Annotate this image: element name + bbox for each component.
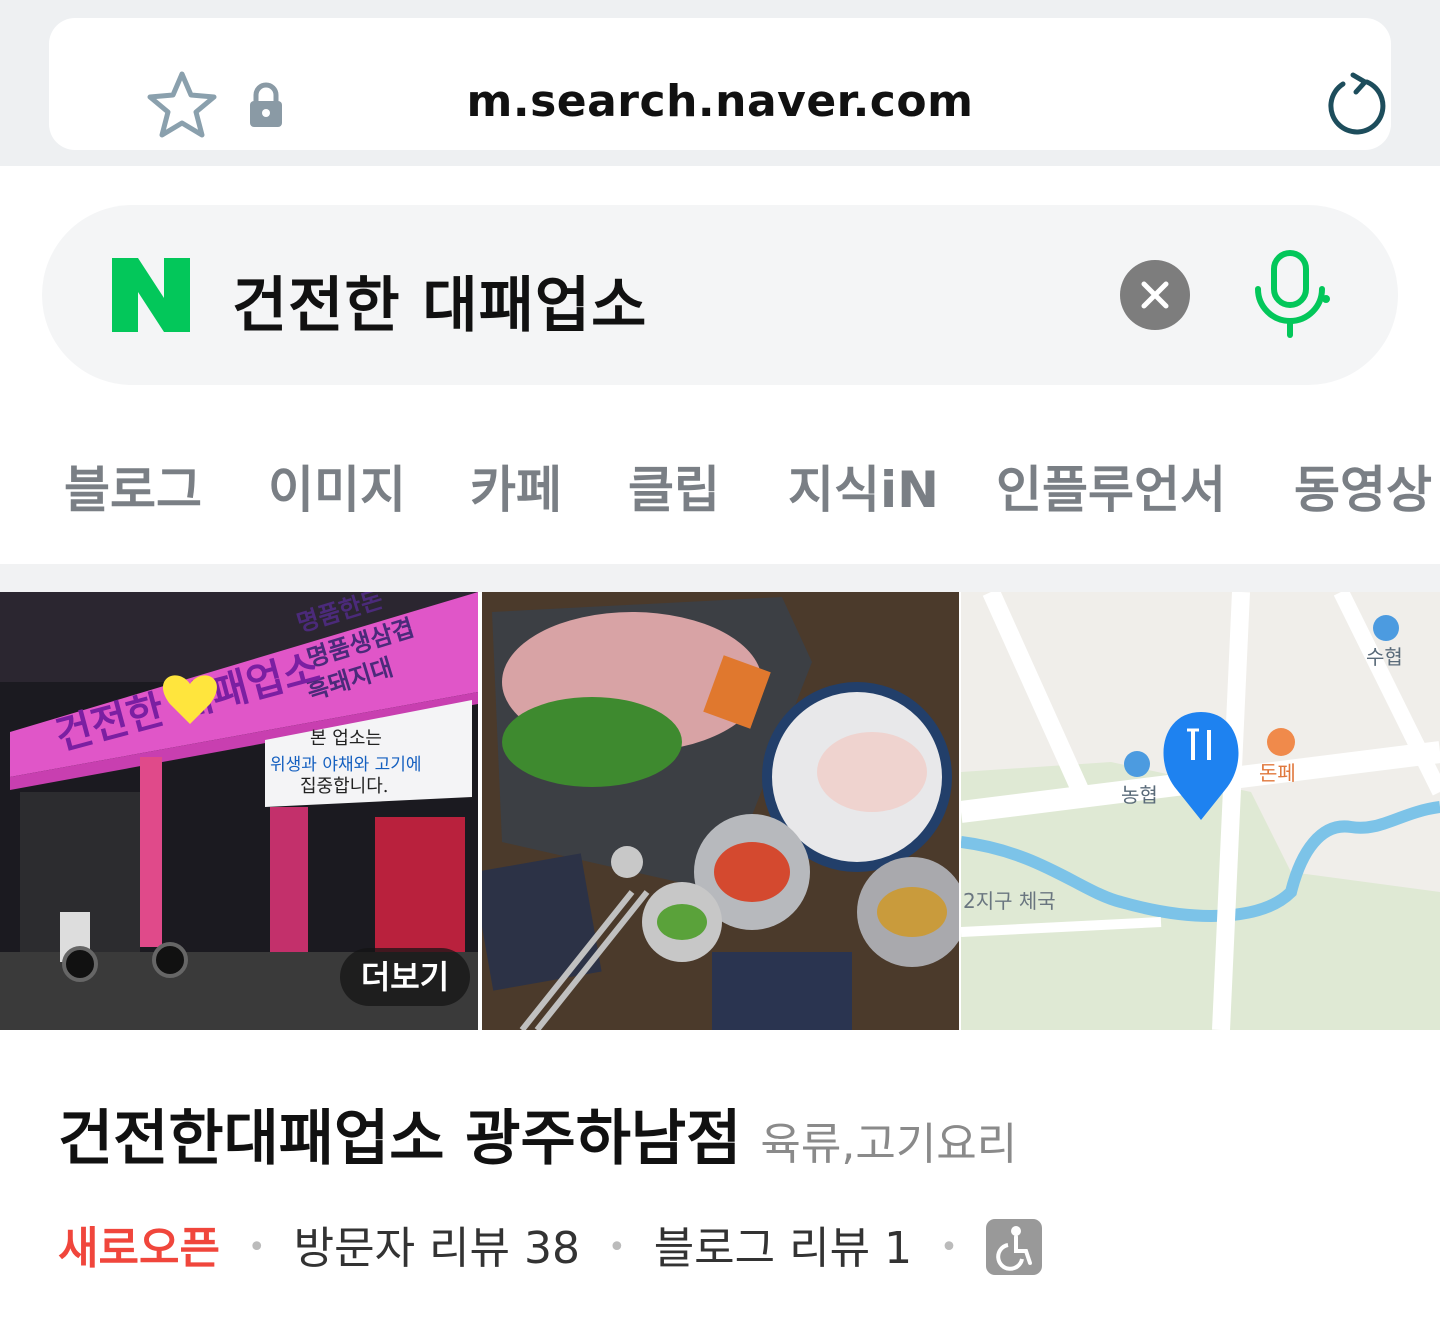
- new-open-badge: 새로오픈: [58, 1223, 220, 1274]
- search-query[interactable]: 건전한 대패업소: [232, 257, 647, 344]
- blog-reviews-link[interactable]: 블로그 리뷰 1: [654, 1223, 912, 1274]
- naver-logo[interactable]: [112, 258, 190, 332]
- place-title[interactable]: 건전한대패업소 광주하남점 육류,고기요리: [58, 1090, 1017, 1177]
- notice-line-2: 위생과 야채와 고기에: [270, 755, 422, 775]
- more-photos-button[interactable]: 더보기: [340, 948, 470, 1006]
- visitor-reviews-link[interactable]: 방문자 리뷰 38: [294, 1223, 580, 1274]
- wheelchair-icon: [985, 1219, 1042, 1275]
- url-text[interactable]: m.search.naver.com: [49, 76, 1391, 127]
- tab-influencer[interactable]: 인플루언서: [996, 450, 1226, 522]
- meta-separator: •: [608, 1230, 626, 1265]
- tab-clip[interactable]: 클립: [628, 450, 720, 522]
- notice-line-3: 집중합니다.: [300, 776, 389, 797]
- tab-kin[interactable]: 지식iN: [788, 450, 939, 522]
- address-bar[interactable]: m.search.naver.com: [49, 18, 1391, 150]
- map-label-restaurant: 돈페: [1259, 761, 1296, 785]
- place-category: 육류,고기요리: [760, 1119, 1018, 1170]
- tab-blog[interactable]: 블로그: [64, 450, 202, 522]
- map-label-district: 2지구 체국: [963, 889, 1056, 913]
- location-map[interactable]: 수협 농협 돈페 2지구 체국: [961, 592, 1440, 1030]
- map-image: 수협 농협 돈페 2지구 체국: [961, 592, 1440, 1030]
- place-photos: 명품한돈 명품생삼겹 흑돼지대 건전한 대패업소 본 업소는 위생과 야채와 고…: [0, 592, 1440, 1030]
- map-label-suhyup: 수협: [1366, 645, 1403, 669]
- map-label-nonghyup: 농협: [1121, 783, 1158, 807]
- place-name[interactable]: 건전한대패업소 광주하남점: [58, 1104, 741, 1174]
- reload-icon[interactable]: [1323, 72, 1389, 138]
- tab-video[interactable]: 동영상: [1294, 450, 1432, 522]
- tab-cafe[interactable]: 카페: [470, 450, 562, 522]
- clear-icon[interactable]: [1120, 260, 1190, 330]
- place-meta: 새로오픈 • 방문자 리뷰 38 • 블로그 리뷰 1 •: [58, 1212, 1042, 1279]
- mic-icon[interactable]: [1250, 249, 1330, 339]
- storefront-photo[interactable]: 명품한돈 명품생삼겹 흑돼지대 건전한 대패업소 본 업소는 위생과 야채와 고…: [0, 592, 478, 1030]
- notice-line-1: 본 업소는: [310, 728, 382, 749]
- food-photo[interactable]: [482, 592, 959, 1030]
- meta-separator: •: [247, 1230, 266, 1265]
- search-box[interactable]: 건전한 대패업소: [42, 205, 1398, 385]
- browser-chrome: m.search.naver.com: [0, 0, 1440, 166]
- food-image: [482, 592, 959, 1030]
- category-tabs: 블로그 이미지 카페 클립 지식iN 인플루언서 동영상: [0, 420, 1440, 544]
- meta-separator: •: [940, 1230, 958, 1265]
- section-divider: [0, 564, 1440, 592]
- tab-images[interactable]: 이미지: [268, 450, 406, 522]
